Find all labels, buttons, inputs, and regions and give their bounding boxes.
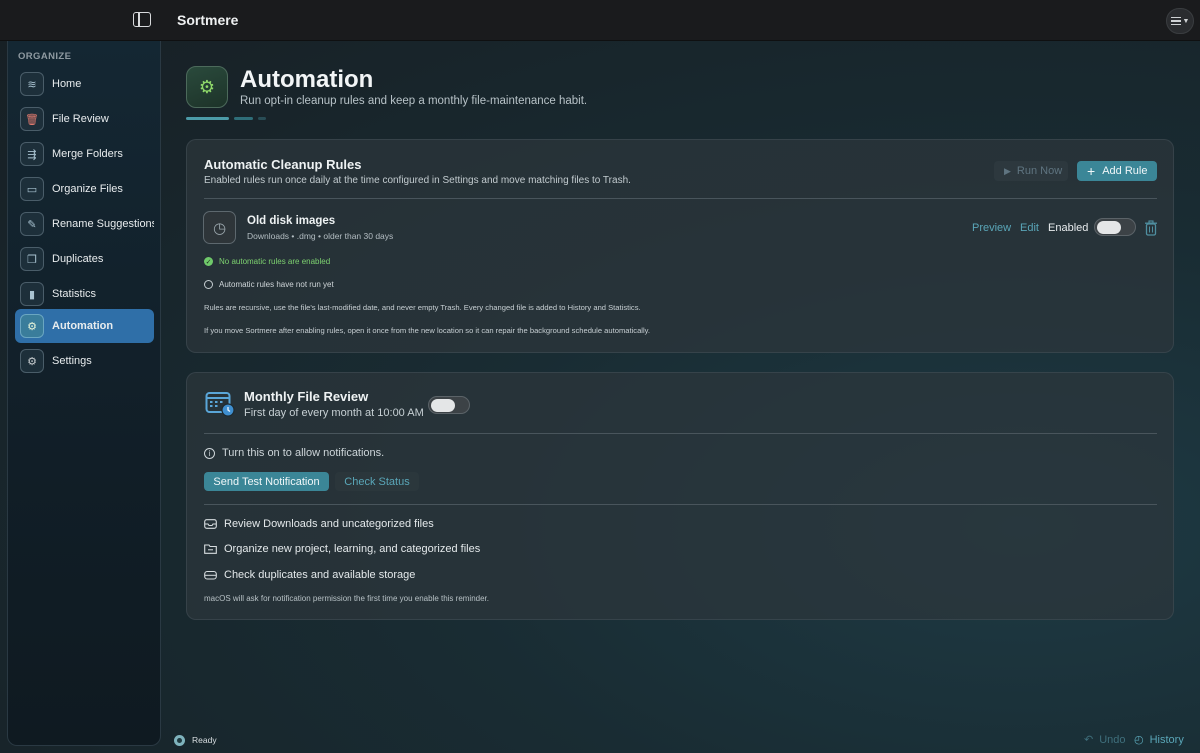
rule-meta: Downloads • .dmg • older than 30 days [247,231,394,241]
info-icon: i [204,447,215,459]
run-now-label: Run Now [1016,165,1063,177]
gears-icon: ⚙ [20,314,44,338]
sidebar-item-label: Settings [52,355,92,367]
monthly-review-toggle[interactable] [428,396,470,414]
sidebar-item-label: File Review [52,113,109,125]
cleanup-subtitle: Enabled rules run once daily at the time… [204,175,631,186]
sidebar-item-automation[interactable]: ⚙ Automation [15,309,154,343]
divider [204,504,1157,505]
plus-icon: + [1087,163,1096,179]
status-indicator-icon [174,735,185,746]
sidebar-item-label: Automation [52,320,114,332]
relocation-note: If you move Sortmere after enabling rule… [204,326,651,335]
status-bar: Ready ↶ Undo ◴ History [161,727,1200,753]
delete-rule-icon[interactable] [1144,220,1158,236]
app-window: Sortmere ▼ ORGANIZE ≋ Home 🗑 File Review… [0,0,1200,753]
monthly-review-title: Monthly File Review [244,389,369,404]
cleanup-title: Automatic Cleanup Rules [204,157,362,172]
folder-badge-icon [204,544,217,554]
sidebar-item-statistics[interactable]: ▮ Statistics [15,277,154,311]
rule-enabled-toggle[interactable] [1094,218,1136,236]
add-rule-button[interactable]: + Add Rule [1077,161,1157,181]
sidebar-item-merge-folders[interactable]: ⇶ Merge Folders [15,137,154,171]
history-button[interactable]: ◴ History [1134,733,1184,747]
task-label: Check duplicates and available storage [224,569,416,581]
chevron-down-icon: ▼ [1182,17,1190,25]
undo-label: Undo [1099,733,1126,746]
page-subtitle: Run opt-in cleanup rules and keep a mont… [240,95,588,107]
clock-history-icon: ◷ [203,211,236,244]
sidebar-item-settings[interactable]: ⚙ Settings [15,344,154,378]
app-title: Sortmere [177,12,239,28]
list-icon [1170,17,1181,25]
monthly-review-schedule: First day of every month at 10:00 AM [244,407,424,419]
waves-icon: ≋ [20,72,44,96]
sidebar-toggle-icon[interactable] [133,12,151,27]
sidebar-item-home[interactable]: ≋ Home [15,67,154,101]
undo-arrow-icon: ↶ [1084,734,1094,746]
rename-icon: ✎ [20,212,44,236]
add-rule-label: Add Rule [1102,165,1148,177]
task-item: Check duplicates and available storage [204,569,415,581]
rule-name: Old disk images [247,215,336,227]
duplicate-icon: ❐ [20,247,44,271]
run-now-button[interactable]: ▶ Run Now [994,161,1068,181]
task-item: Organize new project, learning, and cate… [204,543,480,555]
task-label: Organize new project, learning, and cate… [224,543,481,555]
status-text: Ready [192,735,217,745]
rules-run-text: Automatic rules have not run yet [219,280,334,289]
check-status-button[interactable]: Check Status [335,472,419,491]
sidebar-item-rename-suggestions[interactable]: ✎ Rename Suggestions [15,207,154,241]
history-label: History [1149,733,1184,746]
trash-icon: 🗑 [20,107,44,131]
view-options-button[interactable]: ▼ [1166,8,1194,34]
divider [204,198,1157,199]
sidebar-item-label: Organize Files [52,183,123,195]
sidebar-heading: ORGANIZE [18,51,72,62]
rules-enabled-status: ✓ No automatic rules are enabled [204,257,330,266]
task-item: Review Downloads and uncategorized files [204,518,434,530]
inbox-tray-icon [204,519,217,529]
rules-run-status: Automatic rules have not run yet [204,280,334,289]
task-label: Review Downloads and uncategorized files [224,518,434,530]
sidebar-item-label: Home [52,78,82,90]
notification-info: i Turn this on to allow notifications. [204,447,384,459]
page-title: Automation [240,66,374,93]
sidebar-item-label: Rename Suggestions [52,218,154,230]
bar-chart-icon: ▮ [20,282,44,306]
checkmark-icon: ✓ [204,257,213,266]
sidebar: ORGANIZE ≋ Home 🗑 File Review ⇶ Merge Fo… [7,41,161,746]
clock-icon [204,280,213,289]
sidebar-item-organize-files[interactable]: ▭ Organize Files [15,172,154,206]
history-clock-icon: ◴ [1134,734,1144,746]
sidebar-item-label: Merge Folders [52,148,123,160]
undo-button[interactable]: ↶ Undo [1084,733,1126,747]
storage-drive-icon [204,570,217,580]
sidebar-item-label: Duplicates [52,253,104,265]
sidebar-item-label: Statistics [52,288,97,300]
send-test-notification-button[interactable]: Send Test Notification [204,472,329,491]
divider [204,433,1157,434]
automation-gears-icon: ⚙ [186,66,228,108]
permission-footnote: macOS will ask for notification permissi… [204,594,490,603]
folder-icon: ▭ [20,177,44,201]
notification-info-text: Turn this on to allow notifications. [222,447,385,459]
preview-link[interactable]: Preview [972,222,1011,234]
sidebar-item-file-review[interactable]: 🗑 File Review [15,102,154,136]
calendar-clock-icon [205,392,235,417]
rules-note: Rules are recursive, use the file's last… [204,303,641,312]
folder-merge-icon: ⇶ [20,142,44,166]
edit-link[interactable]: Edit [1020,222,1039,234]
titlebar: Sortmere ▼ [0,0,1200,41]
play-icon: ▶ [1004,165,1011,176]
rules-enabled-text: No automatic rules are enabled [219,257,331,266]
gear-icon: ⚙ [20,349,44,373]
sidebar-item-duplicates[interactable]: ❐ Duplicates [15,242,154,276]
enabled-label: Enabled [1048,222,1089,234]
